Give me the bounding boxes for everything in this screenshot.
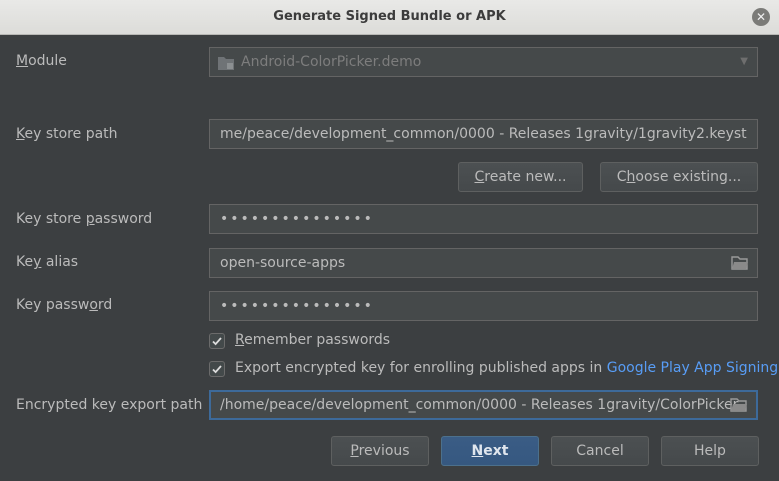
choose-existing-button[interactable]: Choose existing... [600, 162, 758, 192]
export-encrypted-text: Export encrypted key for enrolling publi… [235, 360, 607, 376]
key-alias-field[interactable]: open-source-apps [209, 248, 758, 278]
export-encrypted-checkbox[interactable] [209, 361, 225, 377]
module-select[interactable]: Android-ColorPicker.demo ▼ [209, 47, 758, 77]
chevron-down-icon: ▼ [740, 56, 748, 67]
remember-passwords-label[interactable]: Remember passwords [235, 332, 390, 348]
checkmark-icon [212, 365, 222, 374]
key-alias-label: Key alias [16, 254, 79, 270]
key-store-path-value: me/peace/development_common/0000 - Relea… [220, 126, 747, 142]
key-password-label: Key password [16, 297, 113, 313]
folder-icon[interactable] [731, 256, 749, 270]
folder-icon[interactable] [730, 398, 748, 412]
module-label: Module [16, 53, 67, 69]
module-value: Android-ColorPicker.demo [241, 54, 422, 70]
export-path-value: /home/peace/development_common/0000 - Re… [220, 397, 739, 413]
key-store-path-label: Key store path [16, 126, 118, 142]
create-new-button[interactable]: Create new... [458, 162, 583, 192]
dialog-title: Generate Signed Bundle or APK [273, 9, 506, 24]
export-path-field[interactable]: /home/peace/development_common/0000 - Re… [209, 390, 758, 420]
next-button[interactable]: Next [441, 436, 539, 466]
key-store-path-field[interactable]: me/peace/development_common/0000 - Relea… [209, 119, 758, 149]
key-store-password-value: ••••••••••••••• [220, 211, 374, 227]
key-password-value: ••••••••••••••• [220, 298, 374, 314]
help-button[interactable]: Help [661, 436, 759, 466]
title-bar: Generate Signed Bundle or APK ✕ [0, 0, 779, 35]
key-store-password-label: Key store password [16, 211, 153, 227]
remember-passwords-checkbox[interactable] [209, 333, 225, 349]
export-encrypted-label[interactable]: Export encrypted key for enrolling publi… [235, 360, 778, 376]
export-path-label: Encrypted key export path [16, 397, 203, 413]
google-play-app-signing-link[interactable]: Google Play App Signing [607, 360, 778, 376]
key-store-password-field[interactable]: ••••••••••••••• [209, 204, 758, 234]
cancel-button[interactable]: Cancel [551, 436, 649, 466]
checkmark-icon [212, 337, 222, 346]
key-alias-value: open-source-apps [220, 255, 346, 271]
close-icon[interactable]: ✕ [752, 8, 770, 26]
previous-button[interactable]: Previous [331, 436, 429, 466]
module-folder-icon [218, 57, 234, 70]
key-password-field[interactable]: ••••••••••••••• [209, 291, 758, 321]
